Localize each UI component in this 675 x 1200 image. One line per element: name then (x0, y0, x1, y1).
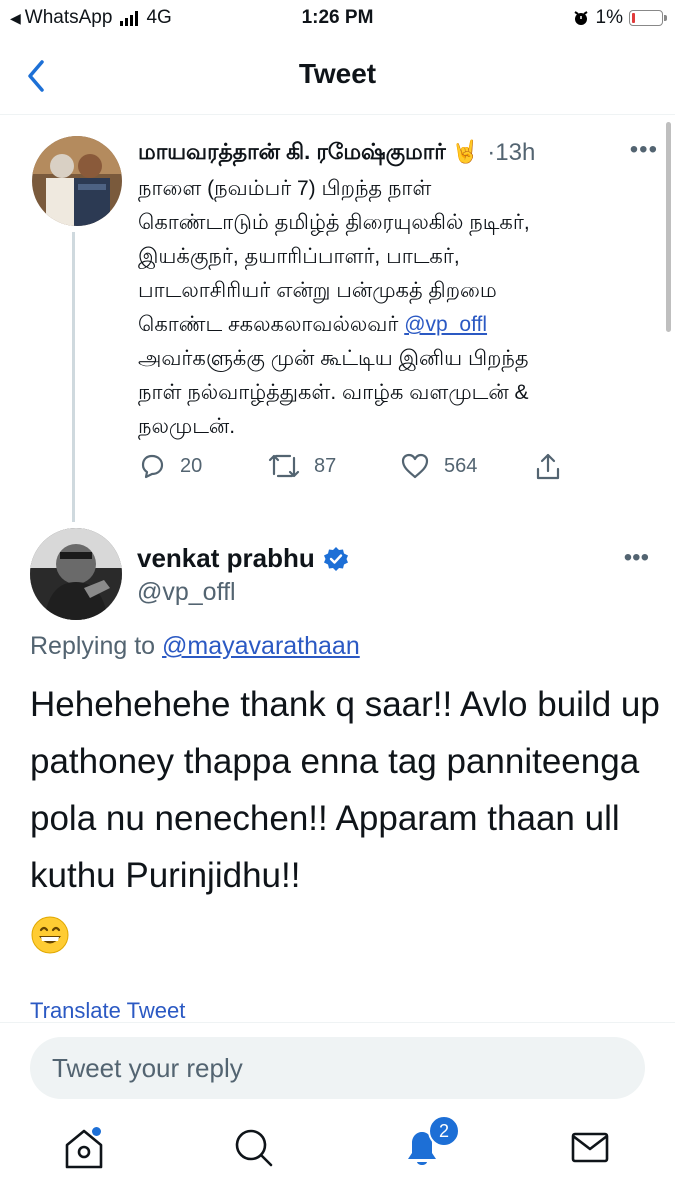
retweet-count: 87 (314, 454, 337, 477)
reply-input[interactable]: Tweet your reply (30, 1037, 645, 1099)
status-bar-right: 1% (572, 7, 667, 29)
like-count: 564 (444, 454, 478, 477)
more-options-icon[interactable]: ••• (624, 544, 649, 572)
tweet-actions: 20 87 564 (138, 452, 578, 496)
tab-home[interactable] (62, 1125, 112, 1175)
home-unread-dot (92, 1127, 101, 1136)
more-options-icon[interactable]: ••• (618, 136, 658, 166)
like-button[interactable]: 564 (400, 452, 477, 480)
tweet-text-part: அவர்களுக்கு முன் கூட்டிய இனிய பிறந்த நாள… (138, 347, 529, 438)
heart-icon (401, 453, 429, 479)
avatar[interactable] (30, 528, 122, 620)
notification-badge: 2 (428, 1115, 460, 1147)
reply-button[interactable]: 20 (138, 452, 202, 480)
nav-bar: Tweet (0, 38, 675, 115)
battery-icon (629, 10, 667, 26)
tab-search[interactable] (232, 1125, 282, 1175)
tab-notifications[interactable]: 2 (400, 1115, 460, 1175)
user-handle[interactable]: @vp_offl (137, 578, 236, 607)
reply-icon (141, 454, 164, 479)
display-name[interactable]: venkat prabhu (137, 543, 349, 574)
tweet-header: மாயவரத்தான் கி. ரமேஷ்குமார் 🤘 ·13h ••• (138, 136, 658, 170)
replying-label: Replying to (30, 632, 156, 660)
display-name[interactable]: மாயவரத்தான் கி. ரமேஷ்குமார் 🤘 (138, 139, 479, 168)
replying-to: Replying to @mayavarathaan (30, 632, 360, 661)
thread-line (72, 232, 75, 522)
scroll-indicator[interactable] (666, 122, 671, 332)
battery-percent: 1% (595, 7, 623, 28)
status-bar: ◀ WhatsApp 4G 1:26 PM 1% (0, 0, 675, 38)
avatar[interactable] (32, 136, 122, 226)
display-name-text: venkat prabhu (137, 543, 315, 573)
tweet-text-body: Hehehehehe thank q saar!! Avlo build up … (30, 685, 660, 895)
share-icon (536, 453, 560, 480)
reply-bar: Tweet your reply (0, 1022, 675, 1103)
alarm-icon (573, 11, 588, 25)
replying-to-link[interactable]: @mayavarathaan (162, 632, 360, 660)
tweet-text: Hehehehehe thank q saar!! Avlo build up … (30, 676, 660, 961)
tab-messages[interactable] (568, 1125, 618, 1175)
tweet-text: நாளை (நவம்பர் 7) பிறந்த நாள் கொண்டாடும் … (138, 172, 638, 444)
retweet-icon (268, 454, 300, 478)
translate-tweet-link[interactable]: Translate Tweet (30, 998, 185, 1024)
page-title: Tweet (298, 58, 377, 89)
avatar-image (32, 136, 122, 226)
verified-badge-icon (323, 546, 348, 571)
avatar-image (30, 528, 122, 620)
tab-bar: 2 (0, 1105, 675, 1200)
reply-count: 20 (180, 454, 203, 477)
search-icon (235, 1129, 273, 1167)
grinning-face-with-smiling-eyes-icon (31, 916, 69, 954)
battery-fill (632, 13, 635, 23)
share-button[interactable] (534, 452, 562, 482)
mention-link[interactable]: @vp_offl (404, 313, 487, 336)
retweet-button[interactable]: 87 (268, 452, 336, 480)
mail-icon (571, 1132, 609, 1163)
tweet-time[interactable]: ·13h (487, 139, 535, 167)
